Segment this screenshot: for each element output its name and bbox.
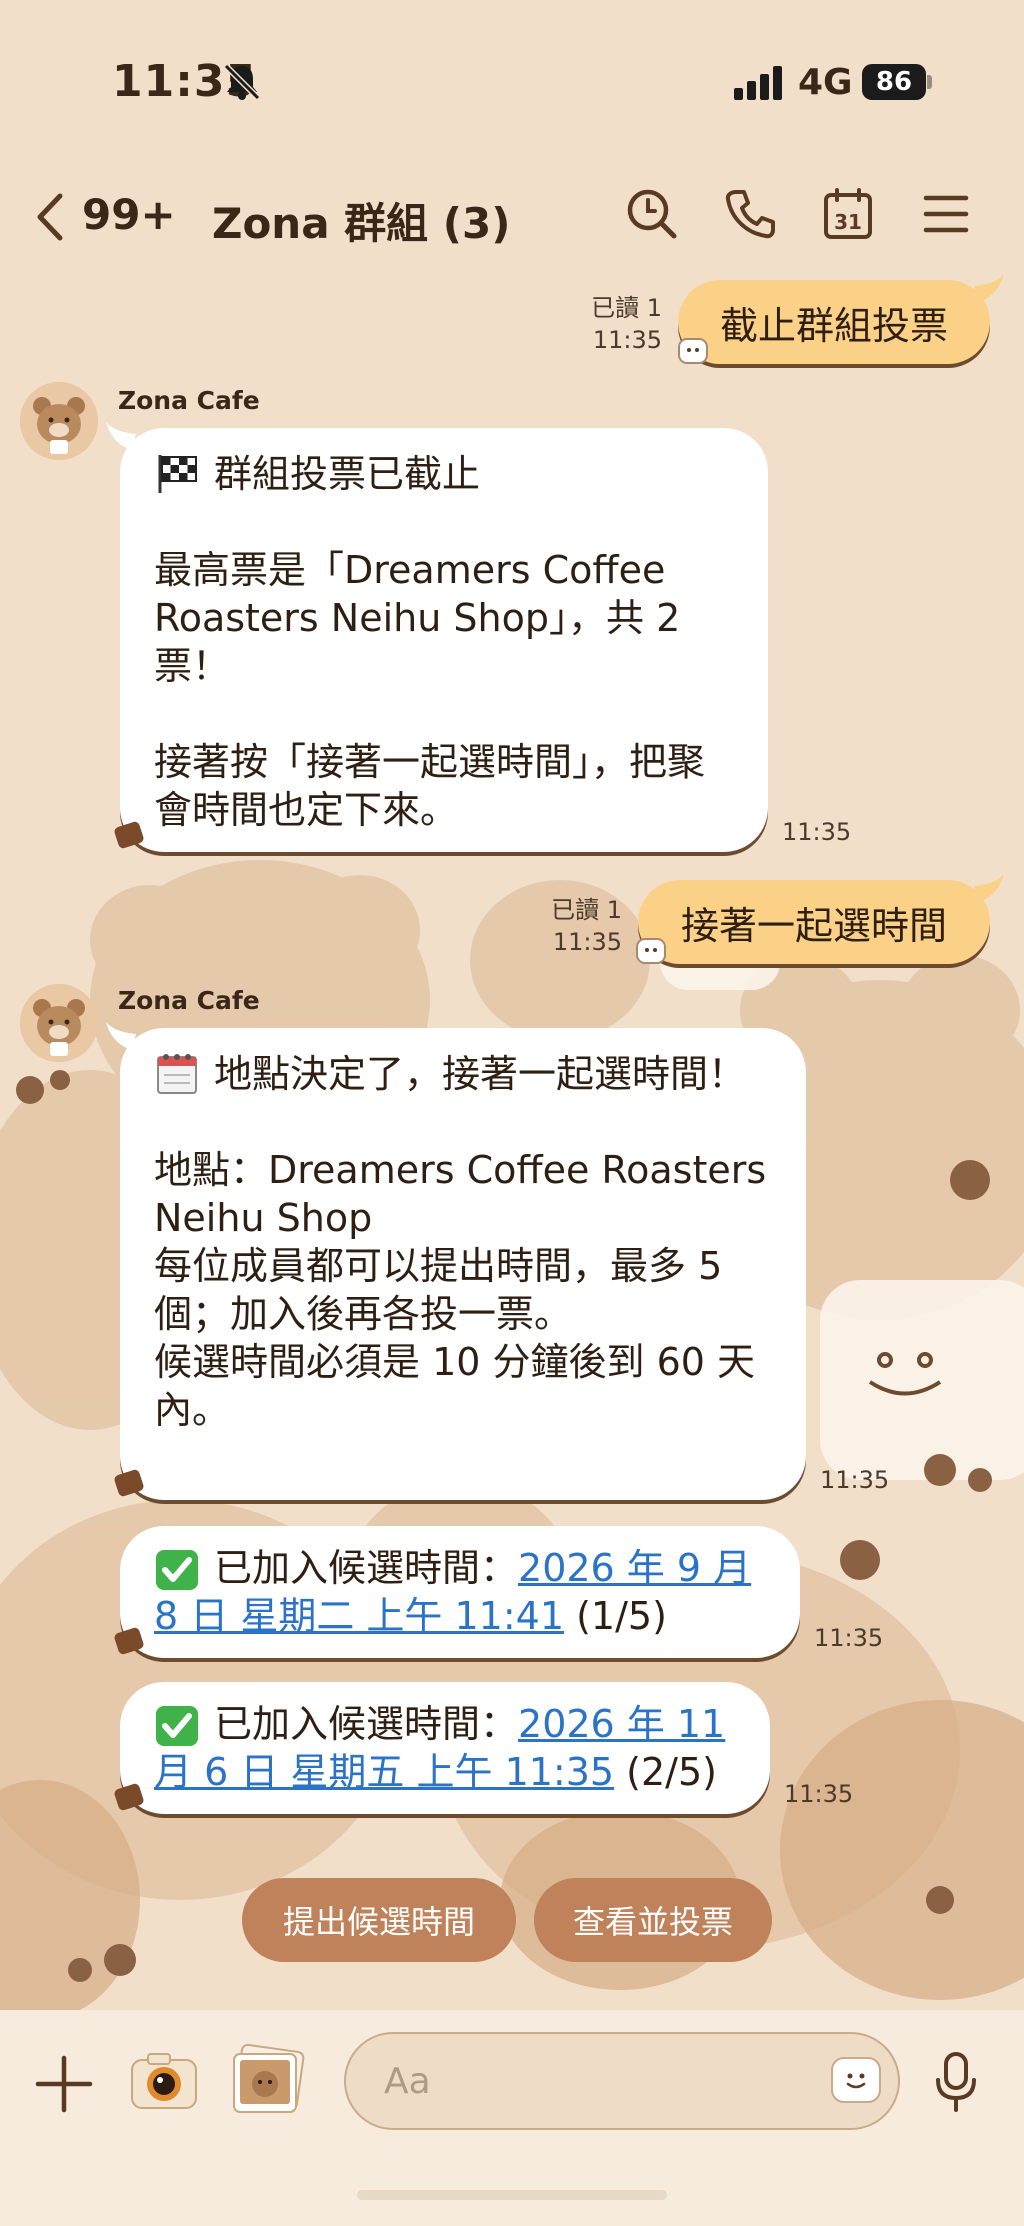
battery-icon: 86: [862, 64, 932, 100]
status-bar: 11:35 4G 86: [0, 0, 1024, 170]
message-time: 11:35: [820, 1466, 890, 1494]
message-in-vote-closed[interactable]: 群組投票已截止 最高票是「Dreamers Coffee Roasters Ne…: [106, 422, 768, 852]
message-in-choose-time[interactable]: 地點決定了，接著一起選時間！ 地點：Dreamers Coffee Roaste…: [106, 1022, 806, 1500]
search-icon[interactable]: [624, 186, 680, 242]
view-and-vote-button[interactable]: 查看並投票: [534, 1878, 772, 1962]
bubble-tail: [974, 874, 1004, 902]
sender-name: Zona Cafe: [118, 386, 260, 415]
plus-icon[interactable]: [34, 2054, 94, 2114]
menu-icon[interactable]: [918, 186, 974, 242]
avatar[interactable]: [20, 984, 98, 1062]
emoji-icon[interactable]: [828, 2052, 884, 2108]
read-receipt: 已讀 1 11:35: [551, 896, 622, 956]
cookie-sticker-icon: [114, 1627, 144, 1655]
message-text: 接著一起選時間: [680, 903, 947, 948]
bear-avatar-icon: [20, 984, 98, 1062]
propose-time-button[interactable]: 提出候選時間: [242, 1878, 516, 1962]
phone-icon[interactable]: [722, 186, 778, 242]
chevron-left-icon[interactable]: [34, 192, 66, 242]
sender-name: Zona Cafe: [118, 986, 260, 1015]
marshmallow-icon: [678, 338, 708, 364]
photo-icon[interactable]: [230, 2044, 306, 2116]
input-placeholder: Aa: [384, 2060, 431, 2102]
bear-avatar-icon: [20, 382, 98, 460]
unread-count[interactable]: 99+: [82, 190, 176, 239]
signal-icon: [734, 66, 782, 100]
message-text: 截止群組投票: [719, 303, 948, 348]
message-time: 11:35: [782, 818, 852, 846]
message-out-close-vote[interactable]: 截止群組投票: [678, 274, 1004, 364]
avatar[interactable]: [20, 382, 98, 460]
message-in-candidate-2[interactable]: 已加入候選時間：2026 年 11 月 6 日 星期五 上午 11:35 (2/…: [120, 1682, 770, 1814]
check-mark-icon: [156, 1706, 198, 1746]
checkered-flag-icon: [158, 455, 197, 493]
message-in-candidate-1[interactable]: 已加入候選時間：2026 年 9 月 8 日 星期二 上午 11:41 (1/5…: [120, 1526, 800, 1658]
mic-icon[interactable]: [930, 2050, 982, 2114]
marshmallow-icon: [636, 938, 666, 964]
message-out-choose-time[interactable]: 接著一起選時間: [638, 874, 1004, 964]
home-indicator: [357, 2190, 667, 2200]
bell-muted-icon: [223, 63, 261, 101]
chat-title[interactable]: Zona 群組 (3): [212, 190, 510, 251]
battery-level: 86: [862, 64, 926, 100]
check-mark-icon: [156, 1550, 198, 1590]
message-input[interactable]: Aa: [344, 2032, 900, 2130]
cookie-sticker-icon: [114, 1469, 144, 1497]
bubble-tail: [106, 1022, 136, 1050]
network-type: 4G: [798, 62, 853, 103]
message-time: 11:35: [784, 1780, 854, 1808]
read-receipt: 已讀 1 11:35: [591, 294, 662, 354]
spiral-calendar-icon: [157, 1054, 197, 1094]
chat-header: 99+ Zona 群組 (3) 31: [0, 170, 1024, 260]
calendar-icon[interactable]: 31: [820, 186, 876, 242]
cookie-sticker-icon: [114, 1783, 144, 1811]
calendar-day: 31: [834, 210, 862, 234]
message-time: 11:35: [814, 1624, 884, 1652]
camera-icon[interactable]: [128, 2048, 200, 2116]
bubble-tail: [106, 422, 136, 450]
cookie-sticker-icon: [114, 821, 144, 849]
bubble-tail: [974, 274, 1004, 302]
